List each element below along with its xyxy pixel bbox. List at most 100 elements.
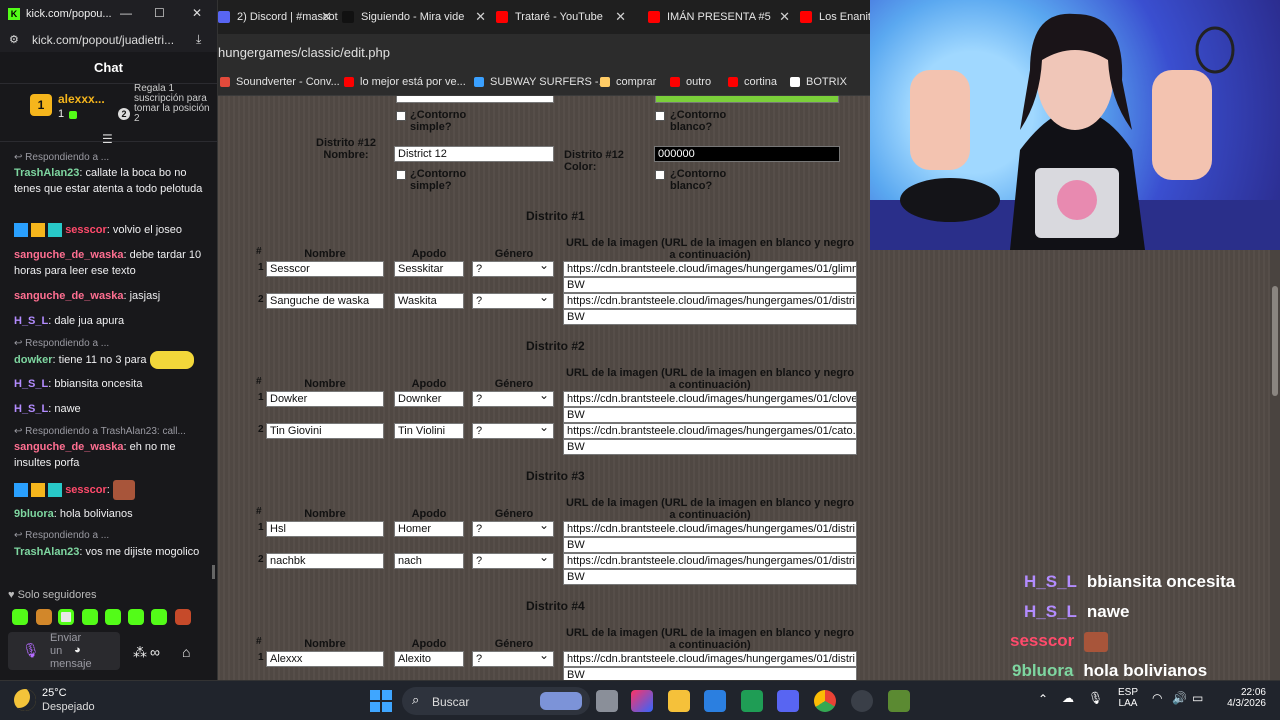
emote-icon[interactable]: [105, 609, 121, 625]
chat-username[interactable]: sanguche_de_waska: [14, 249, 123, 261]
weather-description[interactable]: Despejado: [42, 701, 95, 713]
apodo-input[interactable]: Downker: [394, 391, 464, 407]
browser-tab-tiktok[interactable]: Siguiendo - Mira vide ✕: [342, 4, 492, 30]
browser-tab-youtube-3[interactable]: Los Enanito: [800, 4, 870, 30]
close-icon[interactable]: ✕: [321, 9, 332, 25]
close-icon[interactable]: ✕: [192, 6, 202, 20]
maximize-icon[interactable]: ☐: [154, 6, 165, 20]
nombre-input[interactable]: Sesscor: [266, 261, 384, 277]
emote-icon[interactable]: [128, 609, 144, 625]
chat-username[interactable]: H_S_L: [14, 403, 48, 415]
chrome-icon[interactable]: [814, 690, 836, 712]
minimize-icon[interactable]: —: [120, 6, 132, 20]
clock[interactable]: 22:06 4/3/2026: [1222, 687, 1266, 709]
download-icon[interactable]: ⤓: [196, 32, 201, 47]
language-indicator[interactable]: ESP LAA: [1118, 687, 1138, 709]
browser-tab-youtube-1[interactable]: Trataré - YouTube ✕: [496, 4, 632, 30]
apodo-input[interactable]: Waskita: [394, 293, 464, 309]
nombre-input[interactable]: Dowker: [266, 391, 384, 407]
chat-scrollbar[interactable]: [212, 565, 215, 579]
url-input[interactable]: https://cdn.brantsteele.cloud/images/hun…: [563, 391, 857, 407]
chat-username[interactable]: sanguche_de_waska: [14, 290, 123, 302]
url-input[interactable]: https://cdn.brantsteele.cloud/images/hun…: [563, 293, 857, 309]
windows-start-icon[interactable]: [370, 690, 392, 712]
close-icon[interactable]: ✕: [779, 9, 790, 25]
browser-tab-youtube-2[interactable]: IMÁN PRESENTA #5 ✕: [648, 4, 796, 30]
apodo-input[interactable]: Homer: [394, 521, 464, 537]
bw-url-input[interactable]: BW: [563, 309, 857, 325]
chat-username[interactable]: sesscor: [65, 224, 107, 236]
bw-url-input[interactable]: BW: [563, 569, 857, 585]
nombre-input[interactable]: Sanguche de waska: [266, 293, 384, 309]
bookmark-cortina[interactable]: cortina: [728, 76, 777, 88]
tip-icon[interactable]: ⁂: [133, 644, 147, 661]
close-icon[interactable]: ✕: [615, 9, 626, 25]
contorno-simple-checkbox[interactable]: [396, 170, 406, 180]
emote-icon[interactable]: [82, 609, 98, 625]
microphone-icon[interactable]: 🎙: [22, 642, 40, 659]
nombre-input[interactable]: nachbk: [266, 553, 384, 569]
apodo-input[interactable]: nach: [394, 553, 464, 569]
page-scrollbar[interactable]: [1270, 250, 1280, 680]
bw-url-input[interactable]: BW: [563, 537, 857, 553]
url-input[interactable]: https://cdn.brantsteele.cloud/images/hun…: [563, 423, 857, 439]
contorno-blanco-checkbox[interactable]: [655, 111, 665, 121]
apodo-input[interactable]: Sesskitar: [394, 261, 464, 277]
nombre-input[interactable]: Alexxx: [266, 651, 384, 667]
chat-username[interactable]: TrashAlan23: [14, 167, 79, 179]
onedrive-icon[interactable]: ☁: [1062, 691, 1074, 705]
nombre-input[interactable]: Hsl: [266, 521, 384, 537]
genero-select[interactable]: ?: [472, 291, 554, 309]
bookmark-comprar[interactable]: comprar: [600, 76, 656, 88]
close-icon[interactable]: ✕: [475, 9, 486, 25]
url-input[interactable]: https://cdn.brantsteele.cloud/images/hun…: [563, 553, 857, 569]
url-input[interactable]: https://cdn.brantsteele.cloud/images/hun…: [563, 261, 857, 277]
url-input[interactable]: https://cdn.brantsteele.cloud/images/hun…: [563, 521, 857, 537]
scroll-thumb[interactable]: [1272, 286, 1278, 396]
genero-select[interactable]: ?: [472, 519, 554, 537]
task-view-icon[interactable]: [596, 690, 618, 712]
emote-icon[interactable]: [36, 609, 52, 625]
store-icon[interactable]: ⌂: [182, 644, 190, 660]
genero-select[interactable]: ?: [472, 259, 554, 277]
minecraft-icon[interactable]: [888, 690, 910, 712]
address-url[interactable]: hungergames/classic/edit.php: [218, 45, 390, 60]
taskbar-search-box[interactable]: ⌕ Buscar: [402, 687, 590, 715]
bookmark-lo-mejor[interactable]: lo mejor está por ve...: [344, 76, 466, 88]
chat-username[interactable]: 9bluora: [14, 508, 54, 520]
emote-icon[interactable]: [175, 609, 191, 625]
chat-message-input[interactable]: 🎙 Enviar un mensaje ◕: [8, 632, 120, 670]
district-12-color-input[interactable]: 000000: [654, 146, 840, 162]
site-settings-icon[interactable]: ⚙: [9, 33, 19, 46]
wifi-icon[interactable]: ◠: [1152, 691, 1162, 705]
bookmark-outro[interactable]: outro: [670, 76, 711, 88]
copilot-icon[interactable]: [631, 690, 653, 712]
genero-select[interactable]: ?: [472, 649, 554, 667]
moon-weather-icon[interactable]: [14, 689, 36, 711]
infinity-icon[interactable]: ∞: [150, 644, 160, 660]
emoji-icon[interactable]: ◕: [74, 644, 81, 656]
contorno-simple-checkbox[interactable]: [396, 111, 406, 121]
leader-name[interactable]: alexxx...: [58, 92, 105, 106]
bookmark-soundverter[interactable]: Soundverter - Conv...: [220, 76, 340, 88]
emote-icon[interactable]: [12, 609, 28, 625]
emote-icon[interactable]: [151, 609, 167, 625]
chat-username[interactable]: sesscor: [65, 484, 107, 496]
genero-select[interactable]: ?: [472, 389, 554, 407]
spreadsheet-icon[interactable]: [741, 690, 763, 712]
contorno-blanco-checkbox[interactable]: [655, 170, 665, 180]
district-12-name-input[interactable]: District 12: [394, 146, 554, 162]
file-explorer-icon[interactable]: [668, 690, 690, 712]
apodo-input[interactable]: Alexito: [394, 651, 464, 667]
volume-icon[interactable]: 🔊: [1172, 691, 1187, 705]
weather-temperature[interactable]: 25°C: [42, 687, 67, 699]
address-bar[interactable]: hungergames/classic/edit.php: [218, 34, 870, 72]
chat-username[interactable]: H_S_L: [14, 315, 48, 327]
microphone-icon[interactable]: 🎙: [1088, 691, 1103, 705]
bookmark-subway[interactable]: SUBWAY SURFERS -...: [474, 76, 608, 88]
discord-icon[interactable]: [777, 690, 799, 712]
bw-url-input[interactable]: BW: [563, 407, 857, 423]
chevron-up-icon[interactable]: ⌃: [1038, 692, 1048, 706]
genero-select[interactable]: ?: [472, 421, 554, 439]
chat-username[interactable]: dowker: [14, 354, 53, 366]
